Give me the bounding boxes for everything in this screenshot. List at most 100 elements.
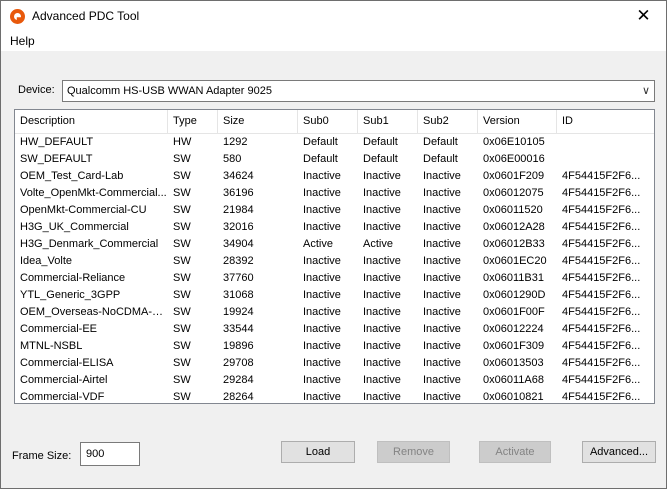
table-row[interactable]: OpenMkt-Commercial-CU SW 21984 Inactive Inac… bbox=[15, 203, 654, 220]
load-button[interactable]: Load bbox=[281, 441, 355, 463]
cell-sub1: Inactive bbox=[363, 170, 401, 182]
cell-size: 31068 bbox=[223, 289, 254, 301]
cell-size: 34904 bbox=[223, 238, 254, 250]
cell-id: 4F54415F2F6... bbox=[562, 221, 641, 233]
cell-sub1: Inactive bbox=[363, 306, 401, 318]
cell-description: OpenMkt-Commercial-CU bbox=[20, 204, 147, 216]
cell-sub1: Inactive bbox=[363, 221, 401, 233]
advanced-button[interactable]: Advanced... bbox=[582, 441, 656, 463]
cell-sub2: Default bbox=[423, 136, 458, 148]
cell-size: 33544 bbox=[223, 323, 254, 335]
menu-help[interactable]: Help bbox=[10, 34, 35, 48]
column-header-sub2[interactable]: Sub2 bbox=[418, 110, 478, 134]
cell-type: SW bbox=[173, 255, 191, 267]
cell-sub0: Inactive bbox=[303, 323, 341, 335]
cell-type: SW bbox=[173, 391, 191, 403]
chevron-down-icon[interactable]: ∨ bbox=[642, 84, 650, 97]
cell-description: Commercial-Airtel bbox=[20, 374, 108, 386]
config-list[interactable]: Description Type Size Sub0 Sub1 Sub2 Ver… bbox=[14, 109, 655, 404]
table-row[interactable]: HW_DEFAULT HW 1292 Default Default Default 0x0… bbox=[15, 135, 654, 152]
table-row[interactable]: OEM_Overseas-NoCDMA-C... SW 19924 Inactive I… bbox=[15, 305, 654, 322]
table-row[interactable]: Commercial-Airtel SW 29284 Inactive Inactive… bbox=[15, 373, 654, 390]
table-row[interactable]: Volte_OpenMkt-Commercial... SW 36196 Inacti… bbox=[15, 186, 654, 203]
cell-sub0: Inactive bbox=[303, 289, 341, 301]
table-row[interactable]: OEM_Test_Card-Lab SW 34624 Inactive Inactive… bbox=[15, 169, 654, 186]
cell-description: OEM_Test_Card-Lab bbox=[20, 170, 124, 182]
cell-sub1: Inactive bbox=[363, 340, 401, 352]
cell-version: 0x06E00016 bbox=[483, 153, 545, 165]
cell-sub2: Inactive bbox=[423, 238, 461, 250]
cell-id: 4F54415F2F6... bbox=[562, 238, 641, 250]
cell-description: MTNL-NSBL bbox=[20, 340, 83, 352]
cell-id: 4F54415F2F6... bbox=[562, 306, 641, 318]
table-row[interactable]: SW_DEFAULT SW 580 Default Default Default 0x06… bbox=[15, 152, 654, 169]
cell-sub2: Inactive bbox=[423, 170, 461, 182]
device-select[interactable]: Qualcomm HS-USB WWAN Adapter 9025 ∨ bbox=[62, 80, 655, 102]
cell-description: OEM_Overseas-NoCDMA-C... bbox=[20, 306, 168, 318]
cell-id: 4F54415F2F6... bbox=[562, 357, 641, 369]
table-row[interactable]: H3G_UK_Commercial SW 32016 Inactive Inactive… bbox=[15, 220, 654, 237]
cell-sub0: Inactive bbox=[303, 170, 341, 182]
cell-version: 0x06013503 bbox=[483, 357, 544, 369]
cell-sub0: Default bbox=[303, 153, 338, 165]
cell-id: 4F54415F2F6... bbox=[562, 272, 641, 284]
cell-sub1: Inactive bbox=[363, 357, 401, 369]
cell-sub2: Inactive bbox=[423, 306, 461, 318]
cell-version: 0x06011B31 bbox=[483, 272, 544, 284]
cell-size: 36196 bbox=[223, 187, 254, 199]
column-header-description[interactable]: Description bbox=[15, 110, 168, 134]
cell-version: 0x06012224 bbox=[483, 323, 544, 335]
cell-id: 4F54415F2F6... bbox=[562, 391, 641, 403]
column-header-version[interactable]: Version bbox=[478, 110, 557, 134]
cell-description: Commercial-VDF bbox=[20, 391, 105, 403]
column-header-id[interactable]: ID bbox=[557, 110, 647, 134]
column-header-size[interactable]: Size bbox=[218, 110, 298, 134]
table-row[interactable]: Commercial-VDF SW 28264 Inactive Inactive Ina… bbox=[15, 390, 654, 403]
list-header: Description Type Size Sub0 Sub1 Sub2 Ver… bbox=[15, 110, 654, 134]
list-body: HW_DEFAULT HW 1292 Default Default Default 0x0… bbox=[15, 135, 654, 403]
table-row[interactable]: MTNL-NSBL SW 19896 Inactive Inactive Inactive… bbox=[15, 339, 654, 356]
cell-sub2: Inactive bbox=[423, 391, 461, 403]
cell-id: 4F54415F2F6... bbox=[562, 187, 641, 199]
cell-description: H3G_UK_Commercial bbox=[20, 221, 129, 233]
cell-id: 4F54415F2F6... bbox=[562, 170, 641, 182]
cell-sub1: Inactive bbox=[363, 255, 401, 267]
cell-description: Commercial-Reliance bbox=[20, 272, 126, 284]
cell-description: H3G_Denmark_Commercial bbox=[20, 238, 159, 250]
cell-version: 0x06012B33 bbox=[483, 238, 545, 250]
column-header-sub0[interactable]: Sub0 bbox=[298, 110, 358, 134]
cell-id: 4F54415F2F6... bbox=[562, 340, 641, 352]
cell-id bbox=[557, 135, 647, 152]
cell-description: Commercial-ELISA bbox=[20, 357, 114, 369]
cell-type: SW bbox=[173, 374, 191, 386]
menu-bar: Help bbox=[1, 32, 666, 51]
title-bar[interactable]: Advanced PDC Tool ✕ bbox=[1, 1, 666, 32]
cell-version: 0x06010821 bbox=[483, 391, 544, 403]
activate-button[interactable]: Activate bbox=[479, 441, 551, 463]
cell-sub2: Inactive bbox=[423, 289, 461, 301]
cell-size: 580 bbox=[223, 153, 242, 165]
remove-button[interactable]: Remove bbox=[377, 441, 450, 463]
cell-type: SW bbox=[173, 238, 191, 250]
frame-size-input[interactable]: 900 bbox=[80, 442, 140, 466]
cell-version: 0x06012A28 bbox=[483, 221, 545, 233]
cell-size: 37760 bbox=[223, 272, 254, 284]
cell-version: 0x0601F00F bbox=[483, 306, 545, 318]
table-row[interactable]: YTL_Generic_3GPP SW 31068 Inactive Inactive I… bbox=[15, 288, 654, 305]
cell-size: 32016 bbox=[223, 221, 254, 233]
table-row[interactable]: Commercial-EE SW 33544 Inactive Inactive Inac… bbox=[15, 322, 654, 339]
close-button[interactable]: ✕ bbox=[621, 1, 666, 32]
cell-sub0: Inactive bbox=[303, 374, 341, 386]
table-row[interactable]: Commercial-ELISA SW 29708 Inactive Inactive I… bbox=[15, 356, 654, 373]
table-row[interactable]: Idea_Volte SW 28392 Inactive Inactive Inactiv… bbox=[15, 254, 654, 271]
table-row[interactable]: Commercial-Reliance SW 37760 Inactive Inacti… bbox=[15, 271, 654, 288]
cell-type: SW bbox=[173, 323, 191, 335]
cell-id: 4F54415F2F6... bbox=[562, 204, 641, 216]
column-header-sub1[interactable]: Sub1 bbox=[358, 110, 418, 134]
cell-type: SW bbox=[173, 289, 191, 301]
cell-sub2: Inactive bbox=[423, 374, 461, 386]
table-row[interactable]: H3G_Denmark_Commercial SW 34904 Active Activ… bbox=[15, 237, 654, 254]
column-header-type[interactable]: Type bbox=[168, 110, 218, 134]
cell-id: 4F54415F2F6... bbox=[562, 289, 641, 301]
frame-size-label: Frame Size: bbox=[12, 450, 72, 462]
